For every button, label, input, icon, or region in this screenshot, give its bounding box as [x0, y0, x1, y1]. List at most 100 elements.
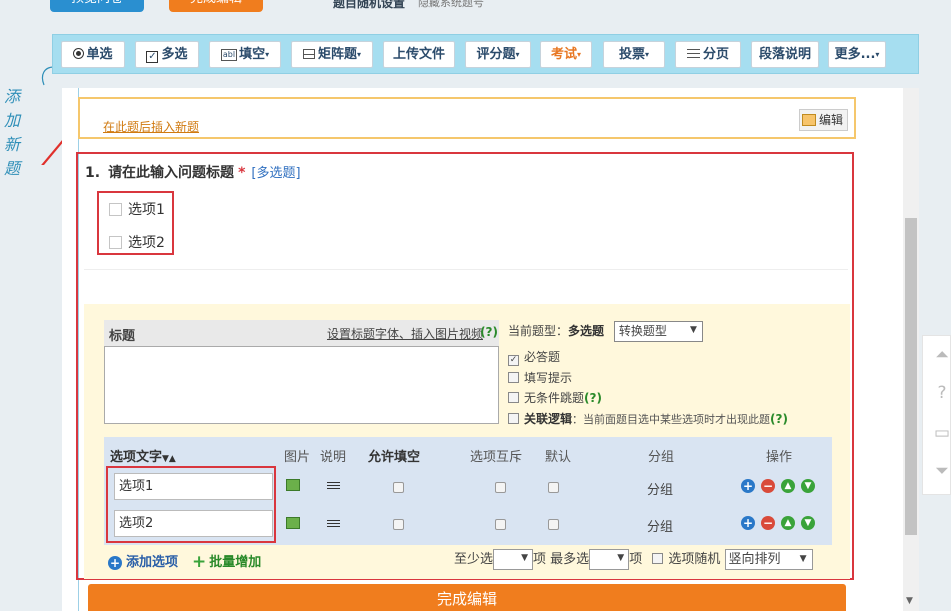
toolbar-more-button[interactable]: 更多...▾ [828, 41, 886, 68]
move-up-icon[interactable]: ▲ [781, 479, 795, 493]
move-down-icon[interactable]: ▼ [801, 479, 815, 493]
checkbox-icon[interactable] [109, 236, 122, 249]
edit-label: 编辑 [818, 113, 843, 127]
move-down-icon[interactable]: ▼ [801, 516, 815, 530]
question-title[interactable]: 1. 请在此输入问题标题 * [多选题] [85, 162, 301, 182]
skip-option[interactable]: 无条件跳题(?) [508, 389, 602, 406]
unit-label: 项 [533, 552, 547, 567]
option-label: 选项2 [128, 235, 165, 251]
option-inputs-highlight: 选项1 选项2 [106, 466, 276, 543]
layout-direction-select[interactable]: 竖向排列 ▼ [724, 549, 813, 570]
batch-add-button[interactable]: + 批量增加 [192, 551, 261, 572]
toolbar-upload-button[interactable]: 上传文件 [383, 41, 455, 68]
help-icon[interactable]: (?) [770, 412, 788, 426]
sort-icon: ▼▲ [162, 454, 176, 464]
toolbar-label: 段落说明 [758, 47, 811, 62]
insert-question-link[interactable]: 在此题后插入新题 [103, 118, 199, 135]
toolbar-matrix-button[interactable]: 矩阵题▾ [291, 41, 373, 68]
allow-fill-checkbox[interactable] [393, 482, 404, 493]
dropdown-icon: ▾ [265, 50, 270, 59]
checkbox-icon[interactable] [109, 203, 122, 216]
help-circle-icon[interactable]: ? [931, 382, 951, 404]
hint-option[interactable]: 填写提示 [508, 369, 572, 386]
max-select-label: 最多选 [550, 552, 590, 567]
finish-edit-button[interactable]: 完成编辑 [88, 584, 846, 611]
required-option[interactable]: ✓ 必答题 [508, 348, 560, 366]
option-text-input-1[interactable]: 选项1 [114, 473, 273, 500]
matrix-icon [302, 49, 315, 59]
plus-icon: + [192, 552, 207, 572]
title-textarea[interactable] [104, 346, 499, 424]
exclusive-checkbox[interactable] [495, 482, 506, 493]
title-settings-link[interactable]: 设置标题字体、插入图片视频 [327, 325, 483, 342]
col-option-text[interactable]: 选项文字▼▲ [110, 446, 176, 465]
question-block[interactable]: 1. 请在此输入问题标题 * [多选题] 选项1 选项2 标题 设置标题字体、插入图片… [76, 152, 854, 580]
logic-option[interactable]: 关联逻辑：当前面题目选中某些选项时才出现此题(?) [508, 410, 788, 427]
toolbar-paragraph-button[interactable]: 段落说明 [751, 41, 819, 68]
logic-checkbox[interactable] [508, 413, 519, 424]
add-row-icon[interactable]: + [741, 479, 755, 493]
skip-checkbox[interactable] [508, 392, 519, 403]
scrollbar-thumb[interactable] [905, 218, 917, 535]
toolbar-vote-button[interactable]: 投票▾ [603, 41, 665, 68]
toolbar-page-button[interactable]: 分页 [675, 41, 741, 68]
help-icon[interactable]: (?) [480, 325, 498, 339]
toolbar-exam-button[interactable]: 考试▾ [540, 41, 592, 68]
page-break-icon [686, 48, 700, 59]
default-checkbox[interactable] [548, 519, 559, 530]
group-cell[interactable]: 分组 [647, 479, 673, 498]
remove-row-icon[interactable]: − [761, 516, 775, 530]
exclusive-checkbox[interactable] [495, 519, 506, 530]
remove-row-icon[interactable]: − [761, 479, 775, 493]
toolbar-label: 多选 [161, 47, 188, 62]
edit-button[interactable]: 编辑 [798, 109, 848, 131]
preview-button[interactable]: 预览问卷 [50, 0, 144, 12]
toolbar-rating-button[interactable]: 评分题▾ [465, 41, 531, 68]
required-checkbox[interactable]: ✓ [508, 355, 519, 366]
image-icon[interactable] [286, 479, 300, 491]
edit-icon [801, 114, 816, 126]
description-icon[interactable] [327, 518, 340, 528]
max-select-dropdown[interactable]: ▼ [589, 549, 630, 570]
floating-tools: ⏶ ? ▭ ⏷ [922, 335, 951, 495]
convert-type-select[interactable]: 转换题型 ▼ [613, 321, 703, 342]
question-editor: 标题 设置标题字体、插入图片视频 (?) 当前题型：多选题 转换题型 ▼ ✓ 必答题… [84, 304, 850, 579]
description-icon[interactable] [327, 480, 340, 490]
move-up-icon[interactable]: ▲ [781, 516, 795, 530]
hint-checkbox[interactable] [508, 372, 519, 383]
default-checkbox[interactable] [548, 482, 559, 493]
scroll-down-icon[interactable]: ▼ [906, 596, 913, 606]
col-allow-fill: 允许填空 [368, 450, 421, 465]
textbox-icon: abl [220, 49, 238, 61]
group-cell[interactable]: 分组 [647, 516, 673, 535]
min-select-dropdown[interactable]: ▼ [493, 549, 534, 570]
allow-fill-checkbox[interactable] [393, 519, 404, 530]
option-label: 选项1 [128, 202, 165, 218]
add-option-button[interactable]: + 添加选项 [108, 551, 178, 570]
toolbar-single-button[interactable]: 单选 [61, 41, 125, 68]
col-desc: 说明 [320, 450, 347, 465]
toolbar-multi-button[interactable]: ✓ 多选 [135, 41, 199, 68]
min-select-label: 至少选 [454, 552, 494, 567]
random-options-checkbox[interactable] [652, 553, 664, 564]
scroll-bottom-icon[interactable]: ⏷ [931, 460, 951, 482]
option-preview-1[interactable]: 选项1 [109, 199, 165, 219]
comment-icon[interactable]: ▭ [931, 422, 951, 444]
image-icon[interactable] [286, 517, 300, 529]
add-row-icon[interactable]: + [741, 516, 755, 530]
option-text-input-2[interactable]: 选项2 [114, 510, 273, 537]
convert-type-value: 转换题型 [618, 324, 667, 338]
help-icon[interactable]: (?) [584, 391, 602, 405]
chevron-down-icon: ▼ [521, 553, 529, 563]
title-editor-header: 标题 设置标题字体、插入图片视频 (?) [104, 320, 499, 346]
toolbar-label: 考试 [550, 47, 577, 62]
dropdown-icon: ▾ [875, 50, 880, 59]
hide-number-option[interactable]: 隐藏系统题号 [418, 0, 484, 10]
toolbar-fill-button[interactable]: abl 填空▾ [209, 41, 281, 68]
col-label: 选项文字 [110, 450, 163, 465]
back-to-top-icon[interactable]: ⏶ [931, 344, 951, 366]
option-preview-2[interactable]: 选项2 [109, 232, 165, 252]
finish-top-button[interactable]: 完成编辑 [169, 0, 263, 12]
random-setting-link[interactable]: 题目随机设置 [333, 0, 405, 11]
question-type-tag: [多选题] [251, 166, 301, 181]
